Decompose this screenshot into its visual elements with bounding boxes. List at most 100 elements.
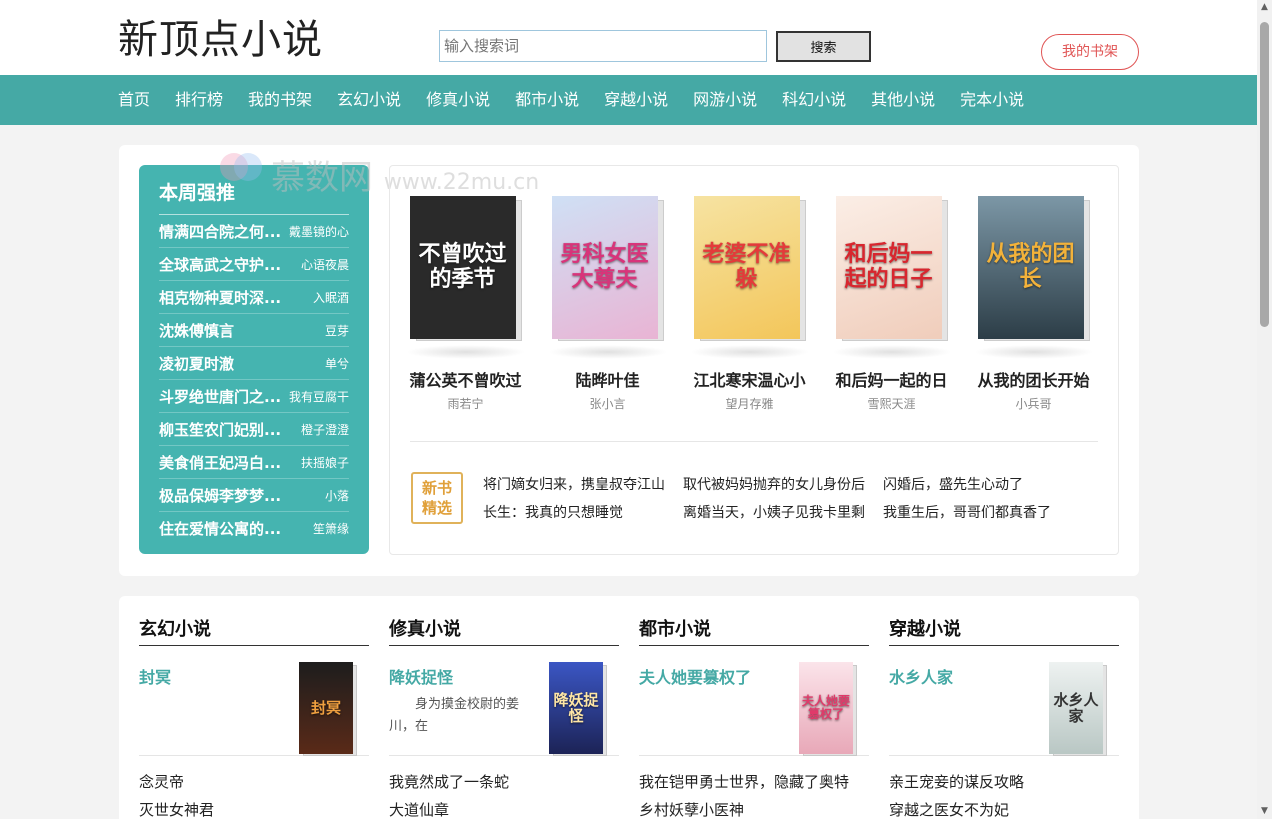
category-feature-title[interactable]: 夫人她要篡权了 (639, 664, 751, 688)
featured-book[interactable]: 从我的团长 从我的团长开始 小兵哥 (971, 196, 1096, 412)
list-item[interactable]: 我在铠甲勇士世界，隐藏了奥特 (639, 768, 869, 796)
pick-link[interactable]: 取代被妈妈抛弃的女儿身份后 (683, 474, 883, 494)
search-input[interactable] (439, 30, 767, 62)
weekly-item-author[interactable]: 心语夜晨 (301, 256, 349, 273)
book-title[interactable]: 和后妈一起的日 (829, 367, 954, 391)
pick-link[interactable]: 离婚当天，小姨子见我卡里剩 (683, 502, 883, 522)
weekly-item-author[interactable]: 豆芽 (325, 322, 349, 339)
weekly-item[interactable]: 柳玉笙农门妃别... 橙子澄澄 (159, 413, 349, 446)
weekly-item-author[interactable]: 戴墨镜的心 (289, 223, 349, 240)
nav-item-ranking[interactable]: 排行榜 (175, 75, 223, 125)
book-cover[interactable]: 老婆不准躲 (693, 196, 806, 341)
book-title[interactable]: 从我的团长开始 (971, 367, 1096, 391)
weekly-item[interactable]: 极品保姆李梦梦... 小落 (159, 479, 349, 512)
book-author[interactable]: 雨若宁 (403, 395, 528, 412)
scroll-down-arrow-icon[interactable]: ▼ (1257, 804, 1272, 819)
category-feature-title[interactable]: 封冥 (139, 664, 171, 688)
nav-item-qita[interactable]: 其他小说 (871, 75, 935, 125)
weekly-item[interactable]: 情满四合院之何... 戴墨镜的心 (159, 215, 349, 248)
weekly-item-author[interactable]: 扶摇娘子 (301, 454, 349, 471)
weekly-item-author[interactable]: 我有豆腐干 (289, 388, 349, 405)
scroll-up-arrow-icon[interactable]: ▲ (1257, 0, 1272, 15)
featured-book[interactable]: 男科女医大尊夫 陆晔叶佳 张小言 (545, 196, 670, 412)
weekly-item-title[interactable]: 斗罗绝世唐门之... (159, 386, 281, 407)
category-book-cover[interactable]: 降妖捉怪 (549, 662, 607, 756)
weekly-item-title[interactable]: 相克物种夏时深... (159, 287, 281, 308)
book-cover[interactable]: 男科女医大尊夫 (551, 196, 664, 341)
category-book-cover[interactable]: 水乡人家 (1049, 662, 1107, 756)
category-feature-title[interactable]: 降妖捉怪 (389, 664, 453, 688)
weekly-item-title[interactable]: 美食俏王妃冯白... (159, 452, 281, 473)
list-item[interactable]: 念灵帝 (139, 768, 369, 796)
list-item[interactable]: 穿越之医女不为妃 (889, 796, 1119, 819)
weekly-item-author[interactable]: 入眠酒 (313, 289, 349, 306)
list-item[interactable]: 灭世女神君 (139, 796, 369, 819)
nav-item-xuanhuan[interactable]: 玄幻小说 (337, 75, 401, 125)
list-item[interactable]: 大道仙章 (389, 796, 619, 819)
featured-book[interactable]: 不曾吹过的季节 蒲公英不曾吹过 雨若宁 (403, 196, 528, 412)
pick-link[interactable]: 将门嫡女归来，携皇叔夺江山 (483, 474, 683, 494)
featured-book[interactable]: 和后妈一起的日子 和后妈一起的日 雪熙天涯 (829, 196, 954, 412)
weekly-item-title[interactable]: 情满四合院之何... (159, 221, 281, 242)
search-button[interactable]: 搜索 (776, 31, 871, 62)
book-title[interactable]: 江北寒宋温心小 (687, 367, 812, 391)
category-book-cover[interactable]: 封冥 (299, 662, 357, 756)
category-title[interactable]: 玄幻小说 (139, 616, 369, 646)
category-title[interactable]: 都市小说 (639, 616, 869, 646)
featured-book[interactable]: 老婆不准躲 江北寒宋温心小 望月存雅 (687, 196, 812, 412)
weekly-item-title[interactable]: 柳玉笙农门妃别... (159, 419, 281, 440)
weekly-item-title[interactable]: 凌初夏时澈 (159, 353, 234, 374)
nav-item-wanben[interactable]: 完本小说 (960, 75, 1024, 125)
category-chuanyue: 穿越小说 水乡人家 水乡人家 亲王宠妾的谋反攻略 穿越之医女不为妃 (889, 616, 1119, 819)
category-book-cover[interactable]: 夫人她要篡权了 (799, 662, 857, 756)
weekly-item[interactable]: 斗罗绝世唐门之... 我有豆腐干 (159, 380, 349, 413)
nav-item-dushi[interactable]: 都市小说 (515, 75, 579, 125)
site-title[interactable]: 新顶点小说 (118, 14, 323, 66)
weekly-item-title[interactable]: 住在爱情公寓的... (159, 518, 281, 539)
book-author[interactable]: 小兵哥 (971, 395, 1096, 412)
watermark-logo-icon (220, 153, 262, 181)
book-cover-art: 不曾吹过的季节 (409, 196, 516, 339)
book-title[interactable]: 陆晔叶佳 (545, 367, 670, 391)
weekly-item-author[interactable]: 单兮 (325, 355, 349, 372)
list-item[interactable]: 乡村妖孽小医神 (639, 796, 869, 819)
weekly-item[interactable]: 全球高武之守护... 心语夜晨 (159, 248, 349, 281)
book-cover[interactable]: 和后妈一起的日子 (835, 196, 948, 341)
book-title[interactable]: 蒲公英不曾吹过 (403, 367, 528, 391)
category-panel: 玄幻小说 封冥 封冥 念灵帝 灭世女神君 修真小说 降妖捉怪 身为摸金校尉的姜川… (119, 596, 1139, 819)
book-cover[interactable]: 从我的团长 (977, 196, 1090, 341)
book-author[interactable]: 望月存雅 (687, 395, 812, 412)
nav-item-kehuan[interactable]: 科幻小说 (782, 75, 846, 125)
weekly-item[interactable]: 美食俏王妃冯白... 扶摇娘子 (159, 446, 349, 479)
list-item[interactable]: 我竟然成了一条蛇 (389, 768, 619, 796)
page-scrollbar[interactable]: ▲ ▼ (1257, 0, 1272, 819)
weekly-item-title[interactable]: 沈姝傅慎言 (159, 320, 234, 341)
nav-item-bookshelf[interactable]: 我的书架 (248, 75, 312, 125)
my-bookshelf-button[interactable]: 我的书架 (1041, 34, 1139, 70)
nav-item-wangyou[interactable]: 网游小说 (693, 75, 757, 125)
pick-link[interactable]: 长生：我真的只想睡觉 (483, 502, 683, 522)
weekly-item-author[interactable]: 橙子澄澄 (301, 421, 349, 438)
weekly-item-title[interactable]: 全球高武之守护... (159, 254, 281, 275)
book-cover[interactable]: 不曾吹过的季节 (409, 196, 522, 341)
category-title[interactable]: 穿越小说 (889, 616, 1119, 646)
book-cover-art: 和后妈一起的日子 (835, 196, 942, 339)
scroll-thumb[interactable] (1260, 22, 1269, 327)
weekly-item[interactable]: 沈姝傅慎言 豆芽 (159, 314, 349, 347)
pick-link[interactable]: 我重生后，哥哥们都真香了 (883, 502, 1103, 522)
nav-item-xiuzhen[interactable]: 修真小说 (426, 75, 490, 125)
category-feature-title[interactable]: 水乡人家 (889, 664, 953, 688)
nav-item-chuanyue[interactable]: 穿越小说 (604, 75, 668, 125)
weekly-item-author[interactable]: 小落 (325, 487, 349, 504)
category-title[interactable]: 修真小说 (389, 616, 619, 646)
weekly-item[interactable]: 凌初夏时澈 单兮 (159, 347, 349, 380)
weekly-item[interactable]: 住在爱情公寓的... 笙箫缘 (159, 512, 349, 545)
nav-item-home[interactable]: 首页 (118, 75, 150, 125)
weekly-item-author[interactable]: 笙箫缘 (313, 520, 349, 537)
weekly-item[interactable]: 相克物种夏时深... 入眠酒 (159, 281, 349, 314)
list-item[interactable]: 亲王宠妾的谋反攻略 (889, 768, 1119, 796)
book-author[interactable]: 张小言 (545, 395, 670, 412)
pick-link[interactable]: 闪婚后，盛先生心动了 (883, 474, 1103, 494)
weekly-item-title[interactable]: 极品保姆李梦梦... (159, 485, 281, 506)
book-author[interactable]: 雪熙天涯 (829, 395, 954, 412)
